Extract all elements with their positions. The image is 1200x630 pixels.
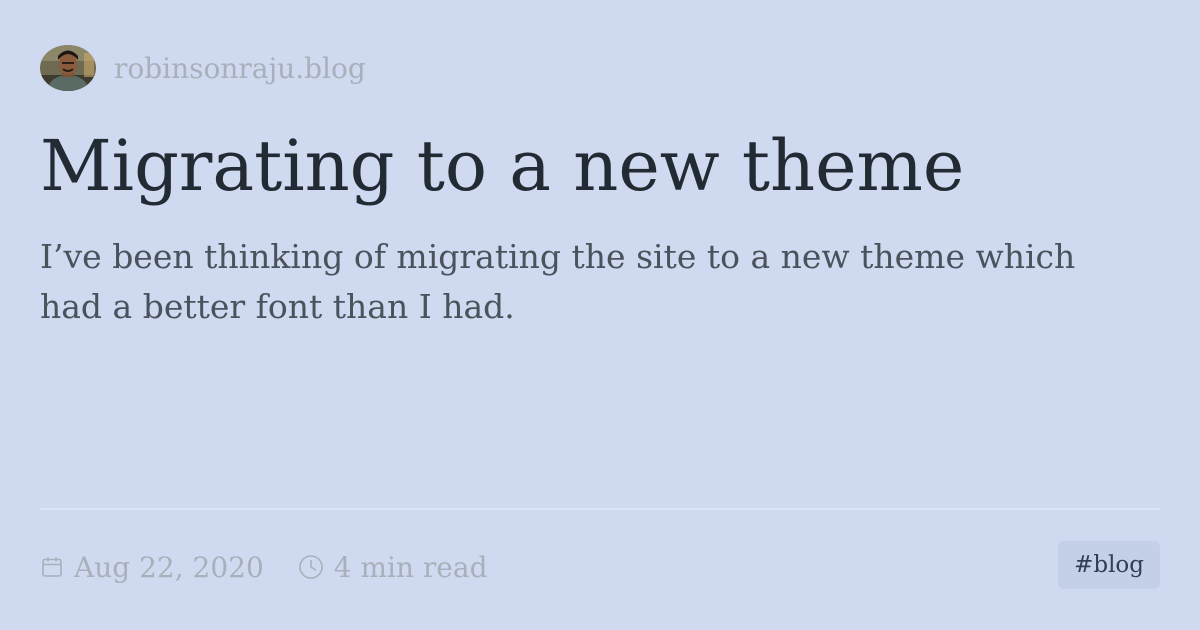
site-name[interactable]: robinsonraju.blog: [114, 52, 366, 85]
divider: [40, 508, 1160, 510]
post-title: Migrating to a new theme: [40, 125, 965, 207]
avatar-photo-icon: [40, 45, 96, 91]
reading-time: 4 min read: [298, 551, 488, 584]
calendar-icon: [40, 555, 64, 579]
reading-time-text: 4 min read: [333, 550, 488, 584]
site-header: robinsonraju.blog: [40, 45, 366, 91]
clock-icon: [298, 554, 324, 580]
post-date: Aug 22, 2020: [40, 551, 264, 584]
post-date-text: Aug 22, 2020: [74, 550, 264, 584]
tag-blog[interactable]: #blog: [1058, 541, 1160, 589]
post-summary: I’ve been thinking of migrating the site…: [40, 237, 1076, 326]
post-meta: Aug 22, 2020 4 min read: [40, 546, 488, 588]
author-avatar[interactable]: [40, 45, 96, 91]
